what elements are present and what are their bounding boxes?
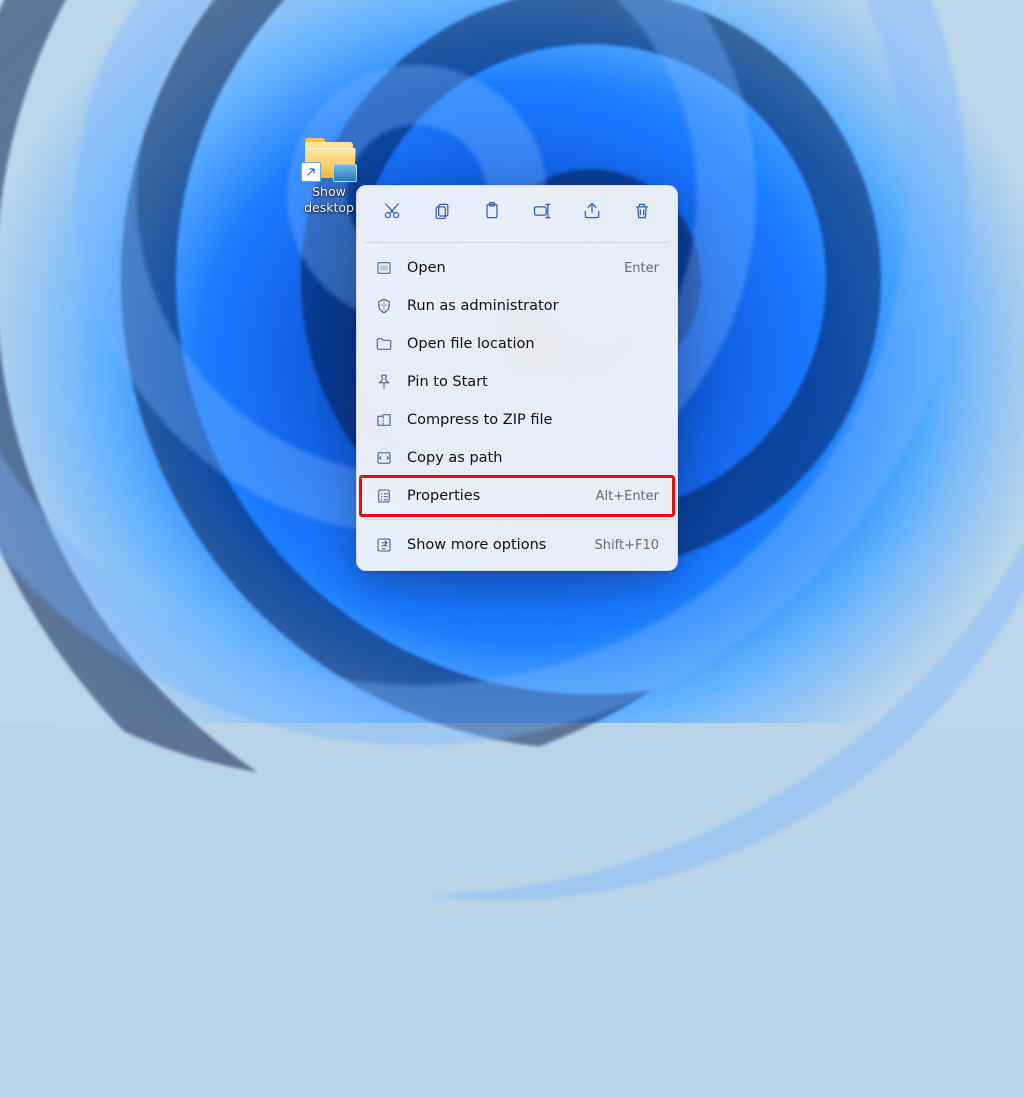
- menu-item-label: Pin to Start: [407, 374, 645, 390]
- separator: [365, 242, 669, 243]
- folder-shortcut-icon: [303, 138, 355, 180]
- menu-item-run-as-administrator[interactable]: Run as administrator: [361, 287, 673, 325]
- menu-item-label: Compress to ZIP file: [407, 412, 645, 428]
- properties-icon: [375, 487, 393, 505]
- menu-item-label: Copy as path: [407, 450, 645, 466]
- menu-item-label: Open file location: [407, 336, 645, 352]
- zip-icon: [375, 411, 393, 429]
- menu-item-copy-as-path[interactable]: Copy as path: [361, 439, 673, 477]
- menu-item-properties[interactable]: Properties Alt+Enter: [361, 477, 673, 515]
- menu-item-show-more-options[interactable]: Show more options Shift+F10: [361, 526, 673, 564]
- share-button[interactable]: [575, 198, 609, 228]
- cut-icon: [382, 201, 402, 225]
- shortcut-arrow-icon: [301, 162, 321, 182]
- menu-item-label: Run as administrator: [407, 298, 645, 314]
- open-icon: [375, 259, 393, 277]
- share-icon: [582, 201, 602, 225]
- rename-icon: [532, 201, 552, 225]
- separator: [365, 519, 669, 520]
- folder-icon: [375, 335, 393, 353]
- delete-icon: [632, 201, 652, 225]
- menu-item-accelerator: Alt+Enter: [596, 489, 659, 504]
- copy-button[interactable]: [425, 198, 459, 228]
- delete-button[interactable]: [625, 198, 659, 228]
- menu-item-accelerator: Shift+F10: [595, 538, 659, 553]
- context-menu: Open Enter Run as administrator Open fil…: [356, 185, 678, 571]
- menu-item-label: Open: [407, 260, 610, 276]
- menu-item-accelerator: Enter: [624, 261, 659, 276]
- cut-button[interactable]: [375, 198, 409, 228]
- menu-item-pin-to-start[interactable]: Pin to Start: [361, 363, 673, 401]
- shield-icon: [375, 297, 393, 315]
- desktop-shortcut-label: Show desktop: [302, 184, 356, 215]
- menu-item-compress-to-zip[interactable]: Compress to ZIP file: [361, 401, 673, 439]
- rename-button[interactable]: [525, 198, 559, 228]
- menu-item-label: Show more options: [407, 537, 581, 553]
- copy-icon: [432, 201, 452, 225]
- paste-button[interactable]: [475, 198, 509, 228]
- menu-item-label: Properties: [407, 488, 582, 504]
- context-menu-top-actions: [357, 186, 677, 238]
- copy-path-icon: [375, 449, 393, 467]
- menu-item-open[interactable]: Open Enter: [361, 249, 673, 287]
- paste-icon: [482, 201, 502, 225]
- more-icon: [375, 536, 393, 554]
- pin-icon: [375, 373, 393, 391]
- menu-item-open-file-location[interactable]: Open file location: [361, 325, 673, 363]
